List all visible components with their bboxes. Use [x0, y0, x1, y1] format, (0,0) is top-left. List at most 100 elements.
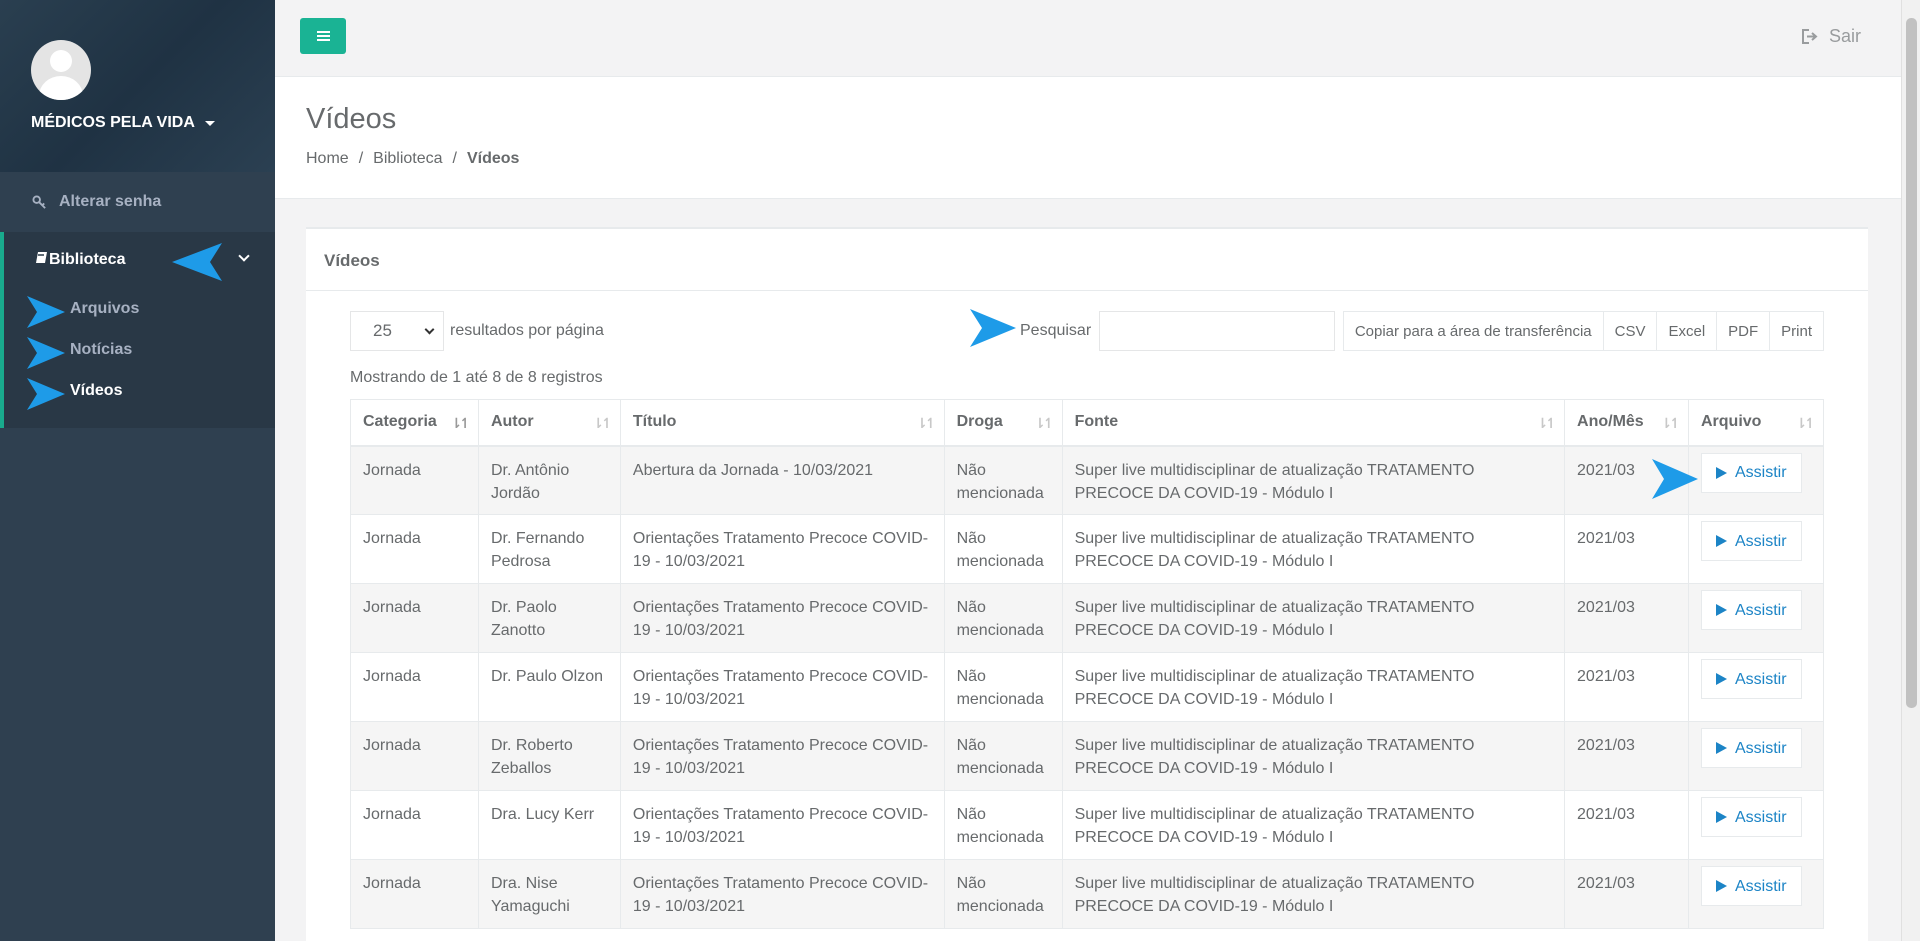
chevron-down-icon	[238, 250, 250, 262]
cell-drug: Não mencionada	[943, 790, 1063, 860]
page-length-value: 25	[373, 321, 392, 340]
profile-name: MÉDICOS PELA VIDA	[31, 114, 195, 131]
cell-title: Orientações Tratamento Precoce COVID-19 …	[619, 859, 945, 929]
cell-source: Super live multidisciplinar de atualizaç…	[1061, 514, 1566, 584]
pdf-button[interactable]: PDF	[1717, 311, 1771, 351]
annotation-arrow-icon	[172, 243, 222, 281]
cell-title: Abertura da Jornada - 10/03/2021	[619, 445, 945, 515]
cell-author: Dr. Roberto Zeballos	[477, 721, 621, 791]
watch-button[interactable]: Assistir	[1700, 590, 1802, 630]
column-label: Ano/Mês	[1577, 413, 1644, 431]
cell-category: Jornada	[350, 445, 479, 515]
cell-author: Dra. Lucy Kerr	[477, 790, 621, 860]
sidebar-item-label: Alterar senha	[59, 193, 162, 210]
caret-down-icon	[204, 120, 215, 126]
cell-drug: Não mencionada	[943, 445, 1063, 515]
watch-button-label: Assistir	[1734, 739, 1787, 757]
page-length-select[interactable]: 25	[350, 311, 444, 351]
column-header-source[interactable]: Fonte ⇂↿	[1061, 399, 1566, 447]
panel-title: Vídeos	[306, 229, 1868, 291]
cell-year-month: 2021/03	[1564, 859, 1689, 929]
avatar[interactable]	[31, 40, 91, 100]
cell-drug: Não mencionada	[943, 652, 1063, 722]
breadcrumb-separator: /	[452, 150, 457, 167]
copy-button[interactable]: Copiar para a área de transferência	[1342, 311, 1604, 351]
play-icon	[1715, 811, 1727, 823]
excel-button[interactable]: Excel	[1657, 311, 1718, 351]
column-header-author[interactable]: Autor ⇂↿	[477, 399, 621, 447]
hamburger-icon	[316, 31, 330, 41]
breadcrumb-library[interactable]: Biblioteca	[373, 150, 442, 168]
cell-author: Dr. Antônio Jordão	[477, 445, 621, 515]
cell-title: Orientações Tratamento Precoce COVID-19 …	[619, 652, 945, 722]
cell-source: Super live multidisciplinar de atualizaç…	[1061, 790, 1566, 860]
breadcrumb-home[interactable]: Home	[306, 150, 349, 168]
cell-category: Jornada	[350, 859, 479, 929]
page-length-label: resultados por página	[450, 322, 604, 339]
scrollbar-thumb[interactable]	[1906, 18, 1917, 708]
logout-label: Sair	[1828, 26, 1861, 46]
menu-toggle-button[interactable]	[300, 18, 346, 54]
column-header-file[interactable]: Arquivo ⇂↿	[1687, 399, 1825, 447]
sort-asc-icon: ⇂↿	[450, 415, 471, 431]
watch-button-label: Assistir	[1734, 877, 1787, 895]
play-icon	[1715, 466, 1727, 479]
table-row: Jornada Dr. Paulo Olzon Orientações Tratam…	[350, 652, 1825, 722]
print-button[interactable]: Print	[1770, 311, 1824, 351]
table-row: Jornada Dr. Antônio Jordão Abertura da Jor…	[350, 445, 1825, 515]
sidebar-item-change-password[interactable]: Alterar senha	[0, 172, 275, 232]
watch-button-label: Assistir	[1734, 601, 1787, 619]
cell-title: Orientações Tratamento Precoce COVID-19 …	[619, 790, 945, 860]
cell-year-month: 2021/03	[1564, 790, 1689, 860]
logout-link[interactable]: Sair	[1801, 26, 1861, 47]
cell-file: Assistir	[1687, 652, 1825, 722]
sidebar-item-label: Biblioteca	[49, 251, 126, 268]
watch-button[interactable]: Assistir	[1700, 866, 1802, 906]
watch-button-label: Assistir	[1734, 464, 1787, 481]
videos-table: Categoria ⇂↿ Autor ⇂↿ Título ⇂↿ Droga ⇂↿ Fon…	[350, 399, 1825, 929]
watch-button-label: Assistir	[1734, 532, 1787, 550]
cell-drug: Não mencionada	[943, 721, 1063, 791]
cell-title: Orientações Tratamento Precoce COVID-19 …	[619, 721, 945, 791]
table-row: Jornada Dra. Nise Yamaguchi Orientações Tr…	[350, 859, 1825, 929]
watch-button[interactable]: Assistir	[1700, 521, 1802, 561]
column-header-category[interactable]: Categoria ⇂↿	[350, 399, 479, 447]
search-input[interactable]	[1099, 311, 1336, 351]
cell-source: Super live multidisciplinar de atualizaç…	[1061, 652, 1566, 722]
watch-button[interactable]: Assistir	[1700, 452, 1802, 493]
sort-icon: ⇂↿	[1034, 415, 1055, 431]
cell-file: Assistir	[1687, 790, 1825, 860]
annotation-arrow-icon	[1652, 459, 1698, 499]
page-scrollbar[interactable]	[1901, 0, 1920, 941]
column-header-drug[interactable]: Droga ⇂↿	[943, 399, 1063, 447]
column-label: Droga	[956, 413, 1003, 431]
videos-panel: Vídeos 25 resultados por página Pesquisa…	[306, 227, 1868, 941]
sidebar-item-library[interactable]: Biblioteca	[4, 232, 275, 288]
table-body: Jornada Dr. Antônio Jordão Abertura da Jor…	[350, 445, 1825, 929]
table-row: Jornada Dr. Fernando Pedrosa Orientações T…	[350, 514, 1825, 584]
cell-author: Dr. Paolo Zanotto	[477, 583, 621, 653]
cell-title: Orientações Tratamento Precoce COVID-19 …	[619, 583, 945, 653]
annotation-arrow-icon	[27, 296, 65, 328]
column-label: Autor	[490, 413, 534, 431]
page-title: Vídeos	[306, 103, 397, 135]
sort-icon: ⇂↿	[592, 415, 613, 431]
column-header-year-month[interactable]: Ano/Mês ⇂↿	[1564, 399, 1689, 447]
profile-menu-toggle[interactable]: MÉDICOS PELA VIDA	[31, 114, 275, 132]
key-icon	[31, 194, 47, 210]
cell-file: Assistir	[1687, 514, 1825, 584]
column-label: Categoria	[363, 413, 437, 431]
cell-file: Assistir	[1687, 445, 1825, 515]
column-header-title[interactable]: Título ⇂↿	[619, 399, 945, 447]
sort-icon: ⇂↿	[1795, 415, 1817, 431]
csv-button[interactable]: CSV	[1603, 311, 1658, 351]
search-label: Pesquisar	[1020, 322, 1092, 339]
cell-year-month: 2021/03	[1564, 721, 1689, 791]
sort-icon: ⇂↿	[916, 415, 937, 431]
watch-button[interactable]: Assistir	[1700, 728, 1802, 768]
page-heading: Vídeos Home / Biblioteca / Vídeos	[275, 77, 1901, 199]
watch-button[interactable]: Assistir	[1700, 659, 1802, 699]
annotation-arrow-icon	[27, 337, 65, 369]
watch-button[interactable]: Assistir	[1700, 797, 1802, 837]
watch-button-label: Assistir	[1734, 670, 1787, 688]
